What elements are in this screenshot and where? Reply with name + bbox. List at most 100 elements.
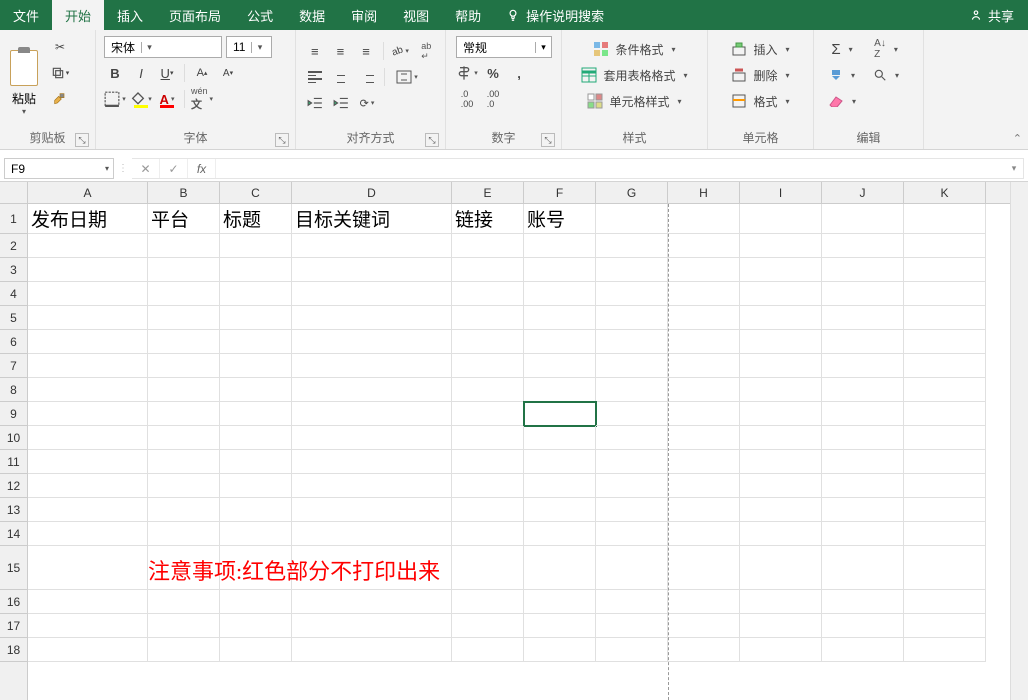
expand-formula-bar-button[interactable]: ▾ (1005, 163, 1023, 174)
cell-A6[interactable] (28, 330, 148, 354)
cell-H12[interactable] (668, 474, 740, 498)
cell-G10[interactable] (596, 426, 668, 450)
cell-E5[interactable] (452, 306, 524, 330)
cell-B16[interactable] (148, 590, 220, 614)
italic-button[interactable]: I (130, 62, 152, 84)
cell-G12[interactable] (596, 474, 668, 498)
cell-G6[interactable] (596, 330, 668, 354)
percent-button[interactable]: % (482, 62, 504, 84)
cell-A14[interactable] (28, 522, 148, 546)
cell-D9[interactable] (292, 402, 452, 426)
cell-B3[interactable] (148, 258, 220, 282)
tab-insert[interactable]: 插入 (104, 0, 156, 30)
cell-E6[interactable] (452, 330, 524, 354)
font-color-button[interactable]: A (156, 88, 178, 110)
format-painter-button[interactable] (44, 86, 76, 112)
orientation-button-2[interactable]: ⟳ (356, 92, 378, 114)
autosum-button[interactable]: Σ▾ (820, 36, 864, 62)
cell-C11[interactable] (220, 450, 292, 474)
cell-J11[interactable] (822, 450, 904, 474)
cell-E11[interactable] (452, 450, 524, 474)
cell-J1[interactable] (822, 204, 904, 234)
font-launcher[interactable]: ⤡ (275, 133, 289, 147)
cell-K9[interactable] (904, 402, 986, 426)
cell-F12[interactable] (524, 474, 596, 498)
cut-button[interactable]: ✂ (44, 34, 76, 60)
cell-D13[interactable] (292, 498, 452, 522)
clear-button[interactable]: ▾ (820, 88, 864, 114)
cell-J12[interactable] (822, 474, 904, 498)
cells-grid[interactable]: 发布日期平台标题目标关键词链接账号 (28, 204, 1010, 700)
row-header-13[interactable]: 13 (0, 498, 27, 522)
cell-K14[interactable] (904, 522, 986, 546)
cell-B7[interactable] (148, 354, 220, 378)
cell-C6[interactable] (220, 330, 292, 354)
select-all-corner[interactable] (0, 182, 28, 204)
cell-D3[interactable] (292, 258, 452, 282)
cell-E10[interactable] (452, 426, 524, 450)
font-size-combo[interactable]: 11▾ (226, 36, 272, 58)
cell-E12[interactable] (452, 474, 524, 498)
cell-E9[interactable] (452, 402, 524, 426)
cell-J8[interactable] (822, 378, 904, 402)
alignment-launcher[interactable]: ⤡ (425, 133, 439, 147)
cell-H8[interactable] (668, 378, 740, 402)
cell-I14[interactable] (740, 522, 822, 546)
cell-I10[interactable] (740, 426, 822, 450)
cell-D1[interactable]: 目标关键词 (292, 204, 452, 234)
cell-I13[interactable] (740, 498, 822, 522)
cell-F17[interactable] (524, 614, 596, 638)
cell-J4[interactable] (822, 282, 904, 306)
cell-G7[interactable] (596, 354, 668, 378)
paste-button[interactable]: 粘贴 ▾ (4, 34, 44, 127)
underline-button[interactable]: U▾ (156, 62, 178, 84)
column-header-B[interactable]: B (148, 182, 220, 203)
cell-E15[interactable] (452, 546, 524, 590)
cell-A1[interactable]: 发布日期 (28, 204, 148, 234)
cell-D8[interactable] (292, 378, 452, 402)
cell-H9[interactable] (668, 402, 740, 426)
cell-I17[interactable] (740, 614, 822, 638)
row-header-12[interactable]: 12 (0, 474, 27, 498)
cell-G3[interactable] (596, 258, 668, 282)
cell-F13[interactable] (524, 498, 596, 522)
cell-K12[interactable] (904, 474, 986, 498)
cell-G8[interactable] (596, 378, 668, 402)
cell-K11[interactable] (904, 450, 986, 474)
row-header-6[interactable]: 6 (0, 330, 27, 354)
cell-F15[interactable] (524, 546, 596, 590)
column-header-J[interactable]: J (822, 182, 904, 203)
bold-button[interactable]: B (104, 62, 126, 84)
row-header-14[interactable]: 14 (0, 522, 27, 546)
cell-D18[interactable] (292, 638, 452, 662)
cell-I7[interactable] (740, 354, 822, 378)
row-header-18[interactable]: 18 (0, 638, 27, 662)
row-header-8[interactable]: 8 (0, 378, 27, 402)
cell-E16[interactable] (452, 590, 524, 614)
cell-I1[interactable] (740, 204, 822, 234)
align-middle-button[interactable]: ≡ (330, 40, 352, 62)
cell-I16[interactable] (740, 590, 822, 614)
cell-C5[interactable] (220, 306, 292, 330)
cell-G5[interactable] (596, 306, 668, 330)
cell-A8[interactable] (28, 378, 148, 402)
cell-B12[interactable] (148, 474, 220, 498)
cell-J13[interactable] (822, 498, 904, 522)
tab-formulas[interactable]: 公式 (234, 0, 286, 30)
cell-H16[interactable] (668, 590, 740, 614)
cell-J17[interactable] (822, 614, 904, 638)
cell-K2[interactable] (904, 234, 986, 258)
tab-file[interactable]: 文件 (0, 0, 52, 30)
decrease-decimal-button[interactable]: .00.0 (482, 88, 504, 110)
cell-D14[interactable] (292, 522, 452, 546)
tab-view[interactable]: 视图 (390, 0, 442, 30)
cell-H10[interactable] (668, 426, 740, 450)
number-format-combo[interactable]: 常规▾ (456, 36, 552, 58)
cell-J9[interactable] (822, 402, 904, 426)
column-header-F[interactable]: F (524, 182, 596, 203)
cell-E17[interactable] (452, 614, 524, 638)
cell-B9[interactable] (148, 402, 220, 426)
cell-K10[interactable] (904, 426, 986, 450)
sort-filter-button[interactable]: A↓Z▾ (864, 36, 908, 62)
cell-F18[interactable] (524, 638, 596, 662)
